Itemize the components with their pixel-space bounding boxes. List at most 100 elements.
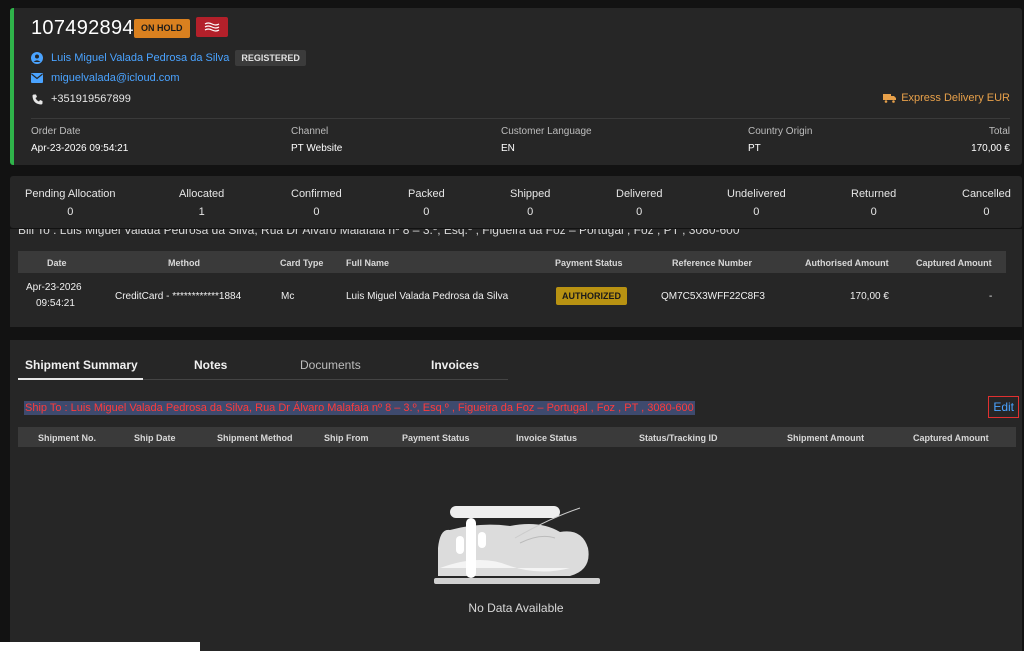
- count-value: 0: [983, 206, 990, 218]
- count-undelivered: Undelivered 0: [727, 188, 786, 218]
- payment-captured-amount: -: [989, 291, 993, 302]
- meta-label: Order Date: [31, 126, 81, 137]
- count-shipped: Shipped 0: [510, 188, 550, 218]
- meta-value: Apr-23-2026 09:54:21: [31, 143, 129, 154]
- payment-reference: QM7C5X3WFF22C8F3: [661, 291, 765, 302]
- phone-icon: [31, 93, 43, 105]
- edit-button[interactable]: Edit: [988, 396, 1019, 418]
- col-ship-date: Ship Date: [134, 433, 176, 443]
- meta-channel: Channel PT Website: [291, 126, 342, 154]
- count-label: Packed: [408, 188, 445, 200]
- count-pending-allocation: Pending Allocation 0: [25, 188, 116, 218]
- count-label: Shipped: [510, 188, 551, 200]
- payment-date: Apr-23-2026: [26, 282, 82, 293]
- col-shipment-method: Shipment Method: [217, 433, 293, 443]
- on-hold-badge: ON HOLD: [134, 19, 190, 38]
- count-value: 0: [753, 206, 760, 218]
- payment-authorised-amount: 170,00 €: [850, 291, 889, 302]
- delivery-method: Express Delivery EUR: [883, 92, 1010, 104]
- count-label: Confirmed: [291, 188, 342, 200]
- fulfillment-counts: Pending Allocation 0 Allocated 1 Confirmed…: [10, 176, 1022, 228]
- count-label: Undelivered: [727, 188, 786, 200]
- meta-value: 170,00 €: [971, 143, 1010, 154]
- count-label: Allocated: [179, 188, 225, 200]
- shipment-card: Shipment Summary Notes Documents Invoice…: [10, 340, 1022, 651]
- count-cancelled: Cancelled 0: [962, 188, 1011, 218]
- no-data-message: No Data Available: [468, 601, 564, 615]
- count-value: 0: [423, 206, 430, 218]
- col-reference-number: Reference Number: [672, 258, 753, 268]
- meta-label: Channel: [291, 126, 329, 137]
- count-label: Pending Allocation: [25, 188, 116, 200]
- count-label: Cancelled: [962, 188, 1011, 200]
- delivery-label: Express Delivery EUR: [901, 92, 1010, 104]
- phone-row: +351919567899: [31, 93, 131, 105]
- count-value: 0: [870, 206, 877, 218]
- customer-phone: +351919567899: [51, 93, 131, 105]
- payment-row: Apr-23-2026 09:54:21 CreditCard - ******…: [18, 277, 1006, 317]
- meta-value: PT Website: [291, 143, 343, 154]
- tab-bar: Shipment Summary Notes Documents Invoice…: [18, 340, 508, 380]
- meta-order-date: Order Date Apr-23-2026 09:54:21: [31, 126, 128, 154]
- count-confirmed: Confirmed 0: [291, 188, 342, 218]
- meta-country-origin: Country Origin PT: [748, 126, 812, 154]
- bill-to-address: Bill To : Luis Miguel Valada Pedrosa da …: [18, 229, 740, 237]
- flag-icon: [196, 17, 228, 37]
- count-packed: Packed 0: [408, 188, 445, 218]
- payment-section: Bill To : Luis Miguel Valada Pedrosa da …: [10, 229, 1022, 327]
- ship-to-address: Ship To : Luis Miguel Valada Pedrosa da …: [24, 401, 695, 415]
- customer-email-link[interactable]: miguelvalada@icloud.com: [51, 72, 180, 84]
- tab-notes[interactable]: Notes: [194, 358, 227, 372]
- count-label: Delivered: [616, 188, 663, 200]
- tab-shipment-summary[interactable]: Shipment Summary: [25, 358, 138, 372]
- empty-desert-illustration: [434, 506, 600, 584]
- bottom-scroll-bar: [0, 642, 200, 651]
- col-method: Method: [168, 258, 200, 268]
- authorized-badge: AUTHORIZED: [556, 287, 627, 305]
- col-full-name: Full Name: [346, 258, 390, 268]
- meta-label: Customer Language: [501, 126, 592, 137]
- meta-total: Total 170,00 €: [971, 126, 1010, 154]
- meta-label: Total: [988, 126, 1010, 137]
- count-value: 1: [198, 206, 205, 218]
- count-label: Returned: [851, 188, 897, 200]
- col-captured-amount: Captured Amount: [913, 433, 989, 443]
- col-status-tracking: Status/Tracking ID: [639, 433, 718, 443]
- col-captured-amount: Captured Amount: [916, 258, 992, 268]
- payment-full-name: Luis Miguel Valada Pedrosa da Silva: [346, 291, 509, 302]
- email-row: miguelvalada@icloud.com: [31, 72, 180, 84]
- count-value: 0: [527, 206, 534, 218]
- payment-time: 09:54:21: [36, 298, 75, 309]
- user-icon: [31, 52, 43, 64]
- tab-documents[interactable]: Documents: [300, 358, 361, 372]
- header-divider: [31, 118, 1010, 119]
- meta-customer-language: Customer Language EN: [501, 126, 592, 154]
- col-authorised-amount: Authorised Amount: [805, 258, 889, 268]
- tab-invoices[interactable]: Invoices: [431, 358, 479, 372]
- count-value: 0: [636, 206, 643, 218]
- count-value: 0: [67, 206, 74, 218]
- payment-table-header: Date Method Card Type Full Name Payment …: [18, 251, 1006, 273]
- count-value: 0: [313, 206, 320, 218]
- col-date: Date: [47, 258, 67, 268]
- count-allocated: Allocated 1: [179, 188, 224, 218]
- truck-icon: [883, 94, 897, 103]
- col-payment-status: Payment Status: [555, 258, 623, 268]
- col-payment-status: Payment Status: [402, 433, 470, 443]
- col-shipment-amount: Shipment Amount: [787, 433, 865, 443]
- payment-method: CreditCard - ************1884: [115, 291, 242, 302]
- customer-name-row: Luis Miguel Valada Pedrosa da Silva REGI…: [31, 50, 306, 66]
- active-tab-indicator: [18, 378, 143, 380]
- mail-icon: [31, 72, 43, 84]
- count-delivered: Delivered 0: [616, 188, 662, 218]
- col-invoice-status: Invoice Status: [516, 433, 578, 443]
- meta-value: EN: [501, 143, 515, 154]
- order-header-card: 107492894 ON HOLD Luis Miguel Valada Ped…: [10, 8, 1022, 165]
- col-card-type: Card Type: [280, 258, 324, 268]
- meta-label: Country Origin: [748, 126, 813, 137]
- payment-card-type: Mc: [281, 291, 295, 302]
- shipment-table-header: Shipment No. Ship Date Shipment Method S…: [18, 427, 1016, 447]
- count-returned: Returned 0: [851, 188, 896, 218]
- customer-name-link[interactable]: Luis Miguel Valada Pedrosa da Silva: [51, 52, 229, 64]
- col-shipment-no: Shipment No.: [38, 433, 96, 443]
